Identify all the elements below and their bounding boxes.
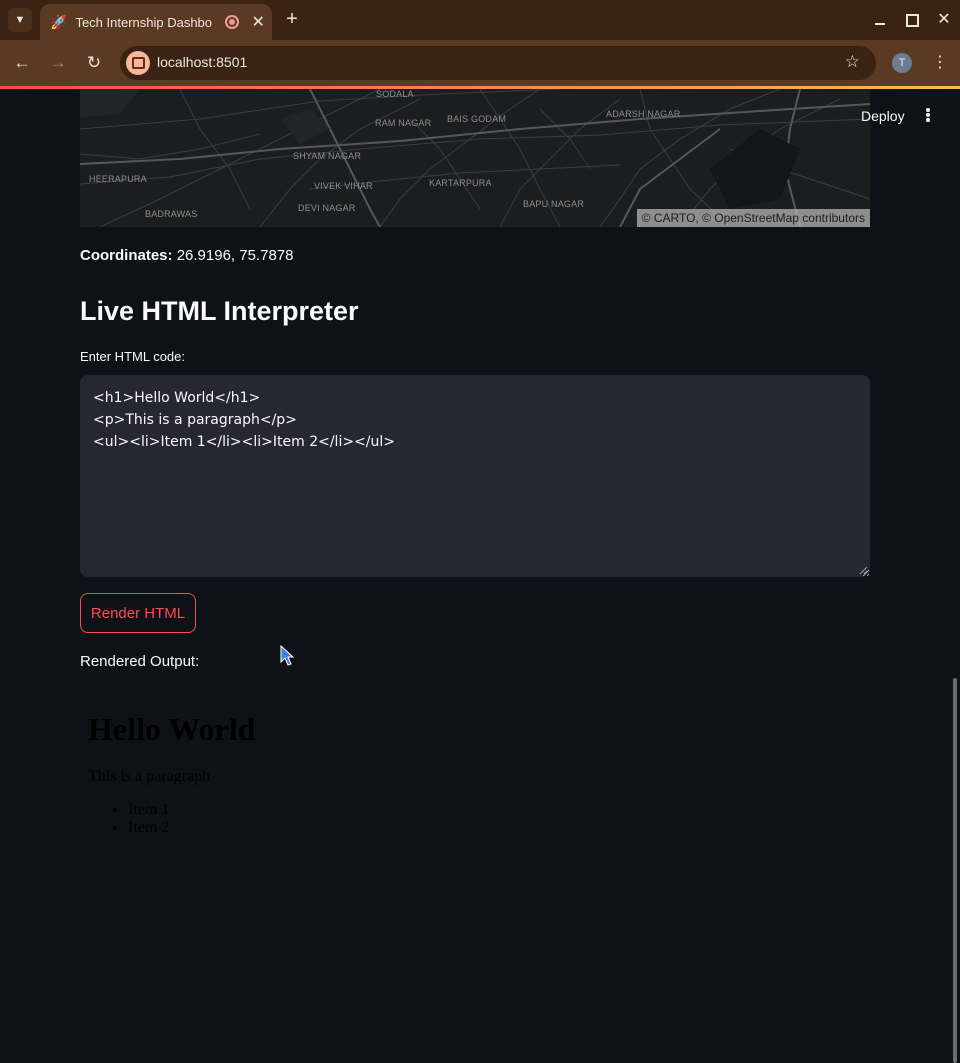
map-place-label: KARTARPURA — [429, 178, 492, 188]
rendered-output-label: Rendered Output: — [80, 653, 200, 670]
back-arrow-icon[interactable]: ← — [10, 51, 34, 75]
recording-icon — [225, 15, 240, 29]
map-place-label: HEERAPURA — [89, 174, 147, 184]
rendered-list: Item 1 Item 2 — [88, 801, 255, 837]
rendered-paragraph: This is a paragraph — [88, 768, 211, 785]
rendered-heading: Hello World — [88, 711, 256, 747]
deploy-button[interactable]: Deploy — [861, 108, 905, 124]
map-place-label: SODALA — [376, 89, 414, 99]
forward-arrow-icon[interactable]: → — [46, 51, 70, 75]
scrollbar-thumb[interactable] — [953, 678, 957, 1063]
section-title: Live HTML Interpreter — [80, 296, 359, 326]
map-place-label: DEVI NAGAR — [298, 203, 356, 213]
rendered-output: Hello World This is a paragraph Item 1 I… — [88, 709, 255, 837]
rocket-icon: 🚀 — [50, 13, 68, 30]
new-tab-button[interactable]: + — [282, 8, 302, 32]
map-view[interactable]: SODALA RAM NAGAR BAIS GODAM ADARSH NAGAR… — [80, 89, 870, 227]
coordinates-value: 26.9196, 75.7878 — [176, 247, 294, 264]
tab-search-chevron-icon[interactable]: ▼ — [8, 8, 32, 32]
render-html-button[interactable]: Render HTML — [80, 593, 196, 633]
address-bar[interactable]: localhost:8501 ☆ — [120, 46, 876, 80]
streamlit-app: SODALA RAM NAGAR BAIS GODAM ADARSH NAGAR… — [0, 89, 960, 1063]
map-attribution[interactable]: © CARTO, © OpenStreetMap contributors — [636, 209, 870, 227]
close-window-icon[interactable]: ✕ — [934, 10, 954, 30]
coordinates-label: Coordinates: — [80, 247, 173, 264]
map-place-label: BAIS GODAM — [447, 114, 507, 124]
mouse-cursor-icon — [280, 645, 294, 666]
map-place-label: ADARSH NAGAR — [606, 109, 681, 119]
map-place-label: VIVEK VIHAR — [314, 181, 373, 191]
maximize-window-icon[interactable] — [902, 10, 922, 30]
profile-avatar[interactable]: T — [892, 53, 912, 73]
browser-toolbar: ← → ↻ localhost:8501 ☆ T ⋮ — [0, 40, 960, 86]
list-item: Item 2 — [128, 819, 255, 837]
textarea-label: Enter HTML code: — [80, 349, 186, 364]
map-place-label: BAPU NAGAR — [523, 199, 585, 209]
map-place-label: BADRAWAS — [145, 209, 198, 219]
map-roads — [80, 89, 870, 227]
coordinates-text: Coordinates: 26.9196, 75.7878 — [80, 247, 293, 264]
browser-tab-strip: ▼ 🚀 Tech Internship Dashbo ✕ + ✕ — [0, 0, 960, 40]
html-code-input[interactable]: <h1>Hello World</h1> <p>This is a paragr… — [80, 375, 870, 577]
list-item: Item 1 — [128, 801, 255, 819]
browser-tab[interactable]: 🚀 Tech Internship Dashbo ✕ — [40, 4, 272, 40]
site-info-camera-icon[interactable] — [126, 51, 150, 75]
map-place-label: SHYAM NAGAR — [293, 151, 362, 161]
tab-title: Tech Internship Dashbo — [75, 14, 213, 30]
minimize-window-icon[interactable] — [870, 10, 890, 30]
main-menu-icon[interactable] — [920, 106, 936, 124]
bookmark-star-icon[interactable]: ☆ — [845, 52, 860, 72]
reload-icon[interactable]: ↻ — [82, 51, 106, 75]
browser-menu-icon[interactable]: ⋮ — [932, 52, 948, 72]
url-text[interactable]: localhost:8501 — [157, 54, 247, 70]
close-tab-icon[interactable]: ✕ — [251, 12, 264, 32]
resize-handle-icon[interactable] — [858, 565, 868, 575]
map-place-label: RAM NAGAR — [375, 118, 432, 128]
